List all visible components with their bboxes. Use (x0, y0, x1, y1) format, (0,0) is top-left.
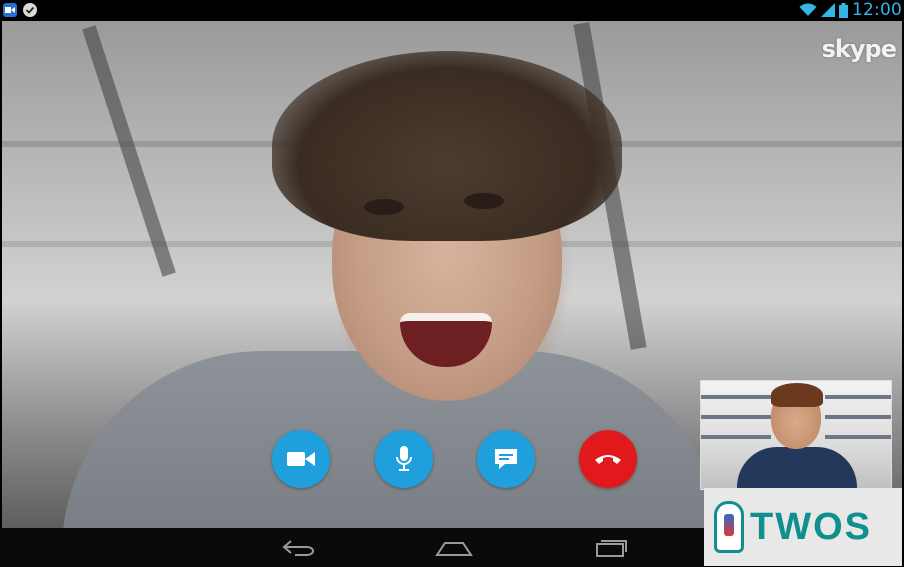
video-camera-icon (287, 452, 315, 466)
hang-up-icon (595, 455, 621, 464)
check-notification-icon[interactable] (23, 3, 37, 17)
caller-eye (464, 193, 504, 209)
recent-apps-icon (596, 540, 627, 557)
caller-eye (364, 199, 404, 215)
bookshelf (825, 415, 891, 419)
lightbulb-icon (714, 501, 744, 553)
navigation-bar (0, 528, 704, 567)
self-view-preview[interactable] (700, 380, 892, 490)
screen: 12:00 skype TWOS (0, 0, 904, 567)
background-beam (82, 25, 176, 277)
battery-icon (839, 2, 848, 18)
skype-logo: skype (821, 35, 897, 63)
video-call-notification-icon[interactable] (3, 3, 17, 17)
home-button[interactable] (434, 536, 474, 560)
home-icon (435, 542, 473, 556)
bookshelf (701, 435, 771, 439)
status-time: 12:00 (852, 0, 902, 20)
self-hair (771, 383, 823, 407)
bookshelf (825, 395, 891, 399)
bookshelf (825, 435, 891, 439)
watermark: TWOS (704, 488, 902, 566)
chat-button[interactable] (477, 430, 535, 488)
microphone-icon (396, 446, 412, 471)
bookshelf (701, 395, 771, 399)
recent-apps-button[interactable] (590, 536, 630, 560)
end-call-button[interactable] (579, 430, 637, 488)
self-body (737, 447, 857, 489)
chat-bubble-icon (495, 449, 517, 469)
status-bar: 12:00 (0, 0, 904, 20)
video-toggle-button[interactable] (272, 430, 330, 488)
caller-hair (272, 51, 622, 241)
bookshelf (701, 415, 771, 419)
back-button[interactable] (278, 536, 318, 560)
signal-icon (821, 3, 835, 17)
back-icon (282, 540, 314, 556)
watermark-text: TWOS (750, 505, 872, 548)
mic-toggle-button[interactable] (375, 430, 433, 488)
wifi-icon (799, 3, 817, 16)
